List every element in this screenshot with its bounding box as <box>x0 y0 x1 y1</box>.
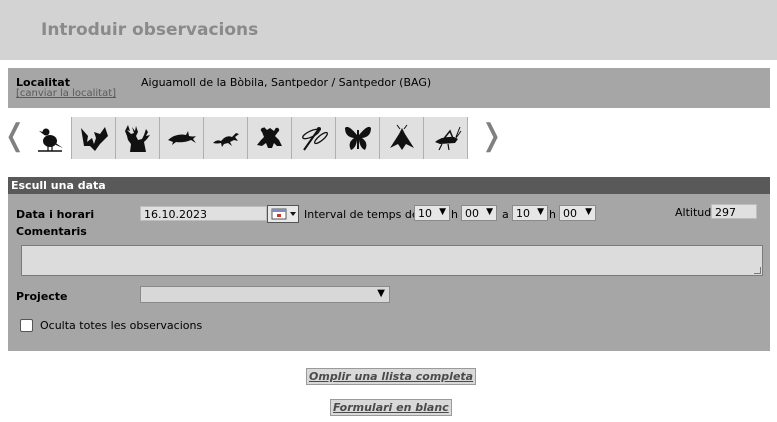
location-value: Aiguamoll de la Bòbila, Santpedor / Sant… <box>141 76 432 89</box>
next-arrow-icon[interactable]: ❭ <box>479 119 504 155</box>
taxon-deer-button[interactable] <box>116 117 160 159</box>
comments-textarea[interactable] <box>21 245 763 276</box>
altitude-input[interactable]: 297 <box>711 204 757 219</box>
from-minute-value: 00 <box>465 207 479 220</box>
complete-list-button[interactable]: Omplir una llista completa <box>306 368 477 385</box>
resize-grip-icon[interactable] <box>754 267 761 274</box>
taxon-frog-button[interactable] <box>248 117 292 159</box>
chevron-down-icon: ▼ <box>377 288 385 299</box>
taxon-dragonfly-button[interactable] <box>292 117 336 159</box>
hide-observations-checkbox[interactable] <box>20 319 33 332</box>
taxon-dolphin-button[interactable] <box>160 117 204 159</box>
to-minute-select[interactable]: 00 ▼ <box>559 205 596 221</box>
chevron-down-icon: ▼ <box>486 207 493 217</box>
prev-arrow-icon[interactable]: ❬ <box>2 119 27 155</box>
project-label: Projecte <box>16 290 68 303</box>
calendar-icon <box>271 208 296 220</box>
to-hour-value: 10 <box>516 207 530 220</box>
chevron-down-icon: ▼ <box>537 207 544 217</box>
dolphin-icon <box>168 131 196 145</box>
chevron-down-icon: ▼ <box>585 207 592 217</box>
deer-icon <box>125 125 150 152</box>
interval-label: Interval de temps de <box>304 208 419 221</box>
hour-separator: h <box>451 208 458 221</box>
to-separator: a <box>502 208 509 221</box>
date-input[interactable]: 16.10.2023 <box>140 206 267 221</box>
dragonfly-icon <box>302 127 328 151</box>
from-hour-value: 10 <box>418 207 432 220</box>
section-title: Escull una data <box>8 177 770 194</box>
taxon-butterfly-button[interactable] <box>336 117 380 159</box>
grasshopper-icon <box>435 126 462 151</box>
to-minute-value: 00 <box>563 207 577 220</box>
taxon-bird-button[interactable] <box>28 117 72 159</box>
chevron-down-icon: ▼ <box>439 207 446 217</box>
calendar-button[interactable] <box>267 205 299 223</box>
bat-icon <box>81 127 108 151</box>
hour-separator: h <box>549 208 556 221</box>
from-hour-select[interactable]: 10 ▼ <box>414 205 450 221</box>
observation-form: Escull una data Data i horari 16.10.2023… <box>8 177 770 351</box>
blank-form-button[interactable]: Formulari en blanc <box>330 399 452 416</box>
frog-icon <box>257 127 282 148</box>
taxon-grasshopper-button[interactable] <box>424 117 468 159</box>
moth-icon <box>390 124 414 150</box>
from-minute-select[interactable]: 00 ▼ <box>461 205 497 221</box>
comments-label: Comentaris <box>16 225 87 238</box>
taxon-group-bar: ❬ ❭ <box>0 117 777 159</box>
butterfly-icon <box>345 126 371 150</box>
taxon-bat-button[interactable] <box>72 117 116 159</box>
taxon-moth-button[interactable] <box>380 117 424 159</box>
change-location-link[interactable]: [canviar la localitat] <box>16 88 116 99</box>
hide-observations-label: Oculta totes les observacions <box>40 319 203 332</box>
page-title: Introduir observacions <box>41 20 259 40</box>
altitude-label: Altitud <box>675 206 712 219</box>
date-label: Data i horari <box>16 208 95 221</box>
page-header: Introduir observacions <box>0 0 777 60</box>
taxon-lizard-button[interactable] <box>204 117 248 159</box>
bird-icon <box>38 128 63 152</box>
project-select[interactable]: ▼ <box>140 286 390 303</box>
lizard-icon <box>213 133 239 147</box>
location-panel: Localitat [canviar la localitat] Aiguamo… <box>8 68 770 108</box>
to-hour-select[interactable]: 10 ▼ <box>512 205 548 221</box>
